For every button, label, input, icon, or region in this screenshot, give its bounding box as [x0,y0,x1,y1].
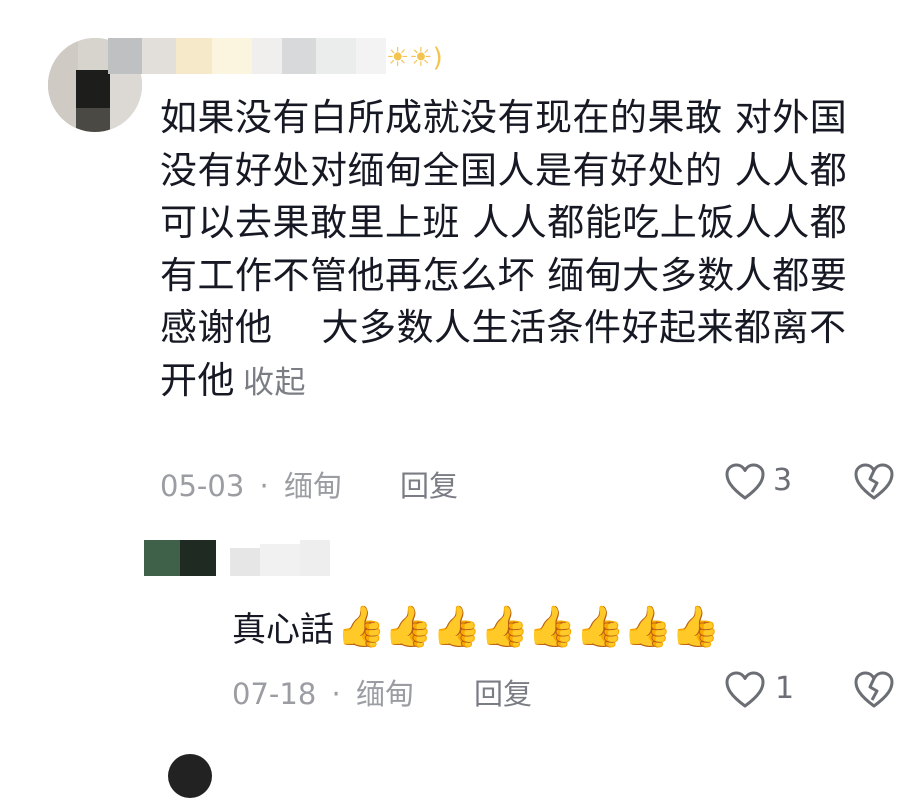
reply-reply-button[interactable]: 回复 [474,671,532,713]
comment-line: 没有好处对缅甸全国人是有好处的 人人都 [160,148,848,192]
reply-body: 真心話 👍 👍 👍 👍 👍 👍 👍 👍 [232,602,721,651]
like-count: 3 [773,463,793,498]
comment-reply-button[interactable]: 回复 [400,463,458,505]
comment-line: 有工作不管他再怎么坏 缅甸大多数人都要 [160,253,848,297]
dislike-button[interactable] [853,462,895,502]
reply-date: 07-18 [232,677,317,711]
reply-text: 真心話 [232,610,334,650]
thumbs-up-emoji-icon: 👍 [336,603,386,650]
comment-line: 如果没有白所成就没有现在的果敢 对外国 [160,96,848,139]
heart-outline-icon [725,671,765,708]
thumbs-up-emoji-row: 👍 👍 👍 👍 👍 👍 👍 👍 [336,603,721,650]
comment-body: 如果没有白所成就没有现在的果敢 对外国 没有好处对缅甸全国人是有好处的 人人都 … [160,92,890,409]
comment-meta: 05-03 · 缅甸 [160,463,342,505]
meta-separator: · [331,677,341,711]
sun-emoji-icon: ☀☀) [386,43,443,73]
collapse-button[interactable]: 收起 [243,365,306,401]
next-commenter-avatar[interactable] [168,754,212,798]
commenter-username[interactable]: ☀☀) [108,38,443,74]
header-title-cutoff [400,0,560,6]
comment-line: 可以去果敢里上班 人人都能吃上饭人人都 [160,201,848,244]
reply-location: 缅甸 [355,677,414,711]
broken-heart-icon [854,463,894,500]
replier-avatar[interactable] [144,540,216,576]
thumbs-up-emoji-icon: 👍 [479,603,530,650]
comment-date: 05-03 [160,469,245,503]
reply-like-count: 1 [775,671,795,706]
comment-line: 感谢他 大多数人生活条件好起来都离不 [160,306,847,349]
comment-location: 缅甸 [283,469,342,503]
reply-dislike-button[interactable] [853,670,895,710]
broken-heart-icon [854,671,894,708]
comment-line: 开他 [160,358,235,402]
heart-outline-icon [725,463,765,500]
reply-meta: 07-18 · 缅甸 [232,671,414,713]
thumbs-up-emoji-icon: 👍 [431,603,482,650]
replier-username[interactable] [230,540,330,580]
thumbs-up-emoji-icon: 👍 [527,603,578,650]
reply-like-button[interactable] [724,670,766,710]
meta-separator: · [259,469,269,503]
thumbs-up-emoji-icon: 👍 [575,603,625,650]
like-button[interactable] [724,462,766,502]
thumbs-up-emoji-icon: 👍 [670,603,721,650]
thumbs-up-emoji-icon: 👍 [622,603,673,650]
thumbs-up-emoji-icon: 👍 [383,603,434,650]
